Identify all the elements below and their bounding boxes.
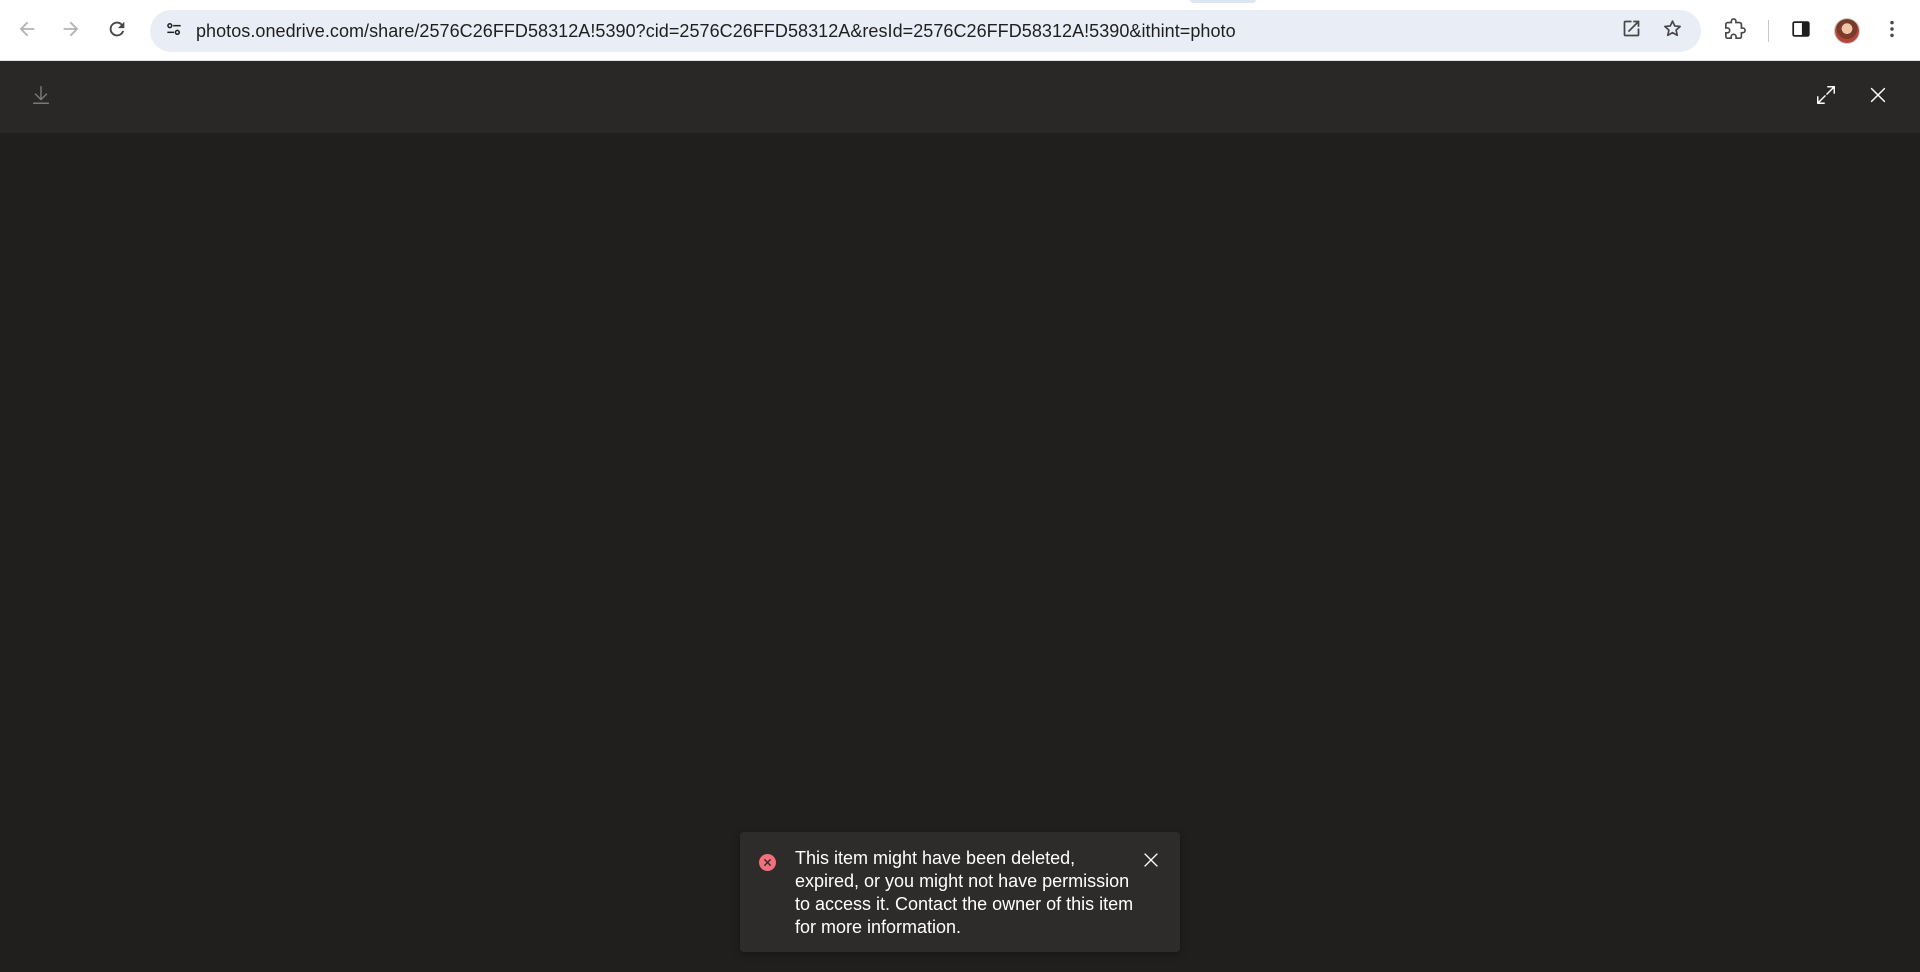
puzzle-icon xyxy=(1724,17,1746,45)
close-icon xyxy=(1142,851,1160,874)
reload-button[interactable] xyxy=(99,13,135,49)
tune-icon xyxy=(164,19,184,44)
arrow-right-icon xyxy=(60,18,82,45)
bookmark-button[interactable] xyxy=(1656,15,1688,47)
viewer-header xyxy=(0,61,1920,133)
side-panel-icon xyxy=(1790,18,1812,45)
back-button[interactable] xyxy=(9,13,45,49)
open-in-app-button[interactable] xyxy=(1615,15,1647,47)
forward-button[interactable] xyxy=(53,13,89,49)
address-bar[interactable]: photos.onedrive.com/share/2576C26FFD5831… xyxy=(150,10,1701,52)
fullscreen-button[interactable] xyxy=(1808,79,1844,115)
extensions-button[interactable] xyxy=(1717,13,1753,49)
kebab-menu-icon xyxy=(1881,18,1903,45)
site-info-button[interactable] xyxy=(158,15,190,47)
error-toast: This item might have been deleted, expir… xyxy=(740,832,1180,952)
star-icon xyxy=(1662,18,1683,44)
tab-strip-edge xyxy=(1190,0,1256,3)
error-icon xyxy=(759,854,776,871)
close-viewer-button[interactable] xyxy=(1860,79,1896,115)
dismiss-toast-button[interactable] xyxy=(1136,847,1166,877)
toast-message: This item might have been deleted, expir… xyxy=(795,848,1134,937)
side-panel-button[interactable] xyxy=(1783,13,1819,49)
arrow-left-icon xyxy=(16,18,38,45)
toolbar-divider xyxy=(1768,20,1769,42)
browser-toolbar: photos.onedrive.com/share/2576C26FFD5831… xyxy=(0,0,1920,61)
avatar[interactable] xyxy=(1834,18,1860,44)
download-icon xyxy=(30,84,52,111)
open-external-icon xyxy=(1621,18,1642,44)
close-icon xyxy=(1867,84,1889,111)
browser-menu-button[interactable] xyxy=(1874,13,1910,49)
expand-icon xyxy=(1815,84,1837,111)
download-button[interactable] xyxy=(23,79,59,115)
url-text[interactable]: photos.onedrive.com/share/2576C26FFD5831… xyxy=(196,10,1236,52)
reload-icon xyxy=(106,18,128,45)
